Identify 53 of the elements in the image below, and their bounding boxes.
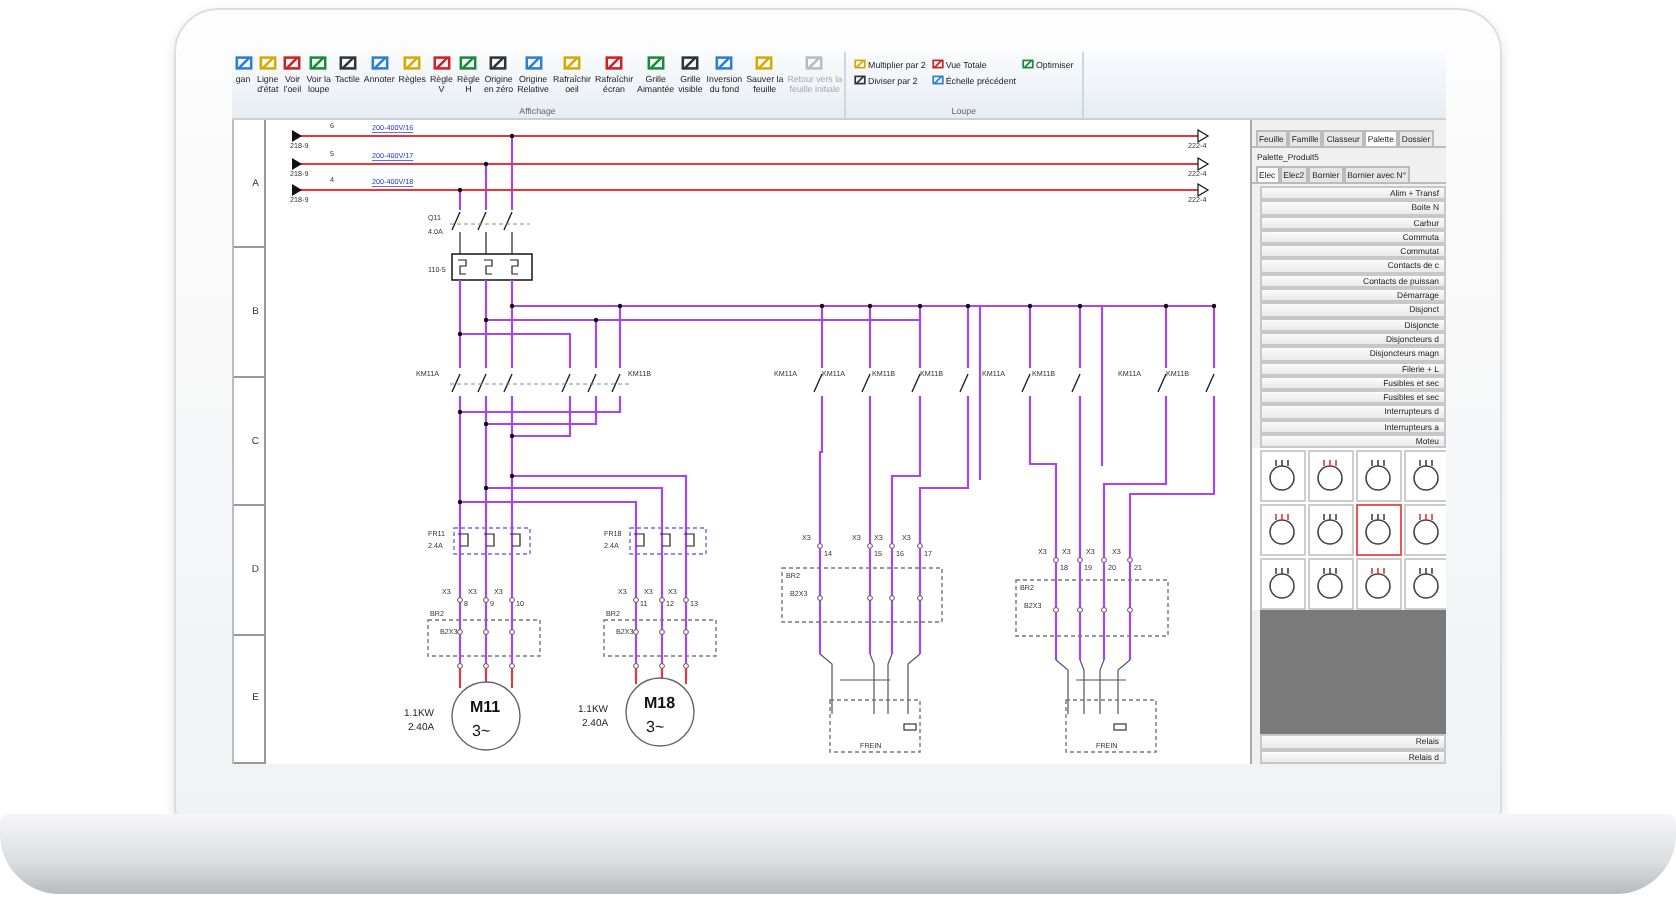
- tool-icon: [402, 54, 423, 72]
- tool-icon: [931, 58, 944, 70]
- motor-symbol-icon: [1408, 458, 1444, 495]
- symbol-tile[interactable]: [1259, 504, 1305, 557]
- tool-icon: [488, 54, 509, 72]
- symbol-tile[interactable]: [1355, 558, 1401, 611]
- symbol-tile[interactable]: [1259, 450, 1305, 503]
- tool-icon: [282, 54, 303, 72]
- symbol-tile[interactable]: [1403, 450, 1445, 503]
- tool-icon: [931, 74, 944, 86]
- motor-symbol-icon: [1360, 512, 1396, 549]
- motor-symbol: [450, 681, 520, 751]
- tool-icon: [854, 58, 867, 70]
- motor-symbol-icon: [1312, 566, 1348, 603]
- tool-icon: [854, 74, 867, 86]
- tool-icon: [754, 54, 775, 72]
- motor-name: M18: [643, 694, 675, 712]
- motor-symbol-icon: [1264, 458, 1300, 495]
- tool-icon: [233, 54, 253, 72]
- motor-symbol-icon: [1360, 566, 1396, 603]
- symbol-tile[interactable]: [1307, 450, 1353, 503]
- symbol-tile[interactable]: [1403, 504, 1445, 557]
- tool-icon: [431, 54, 452, 72]
- tool-icon: [308, 54, 329, 72]
- tool-icon: [714, 54, 735, 72]
- motor-name: M11: [469, 698, 500, 716]
- tool-icon: [804, 54, 825, 72]
- phase-symbol: 3~: [645, 718, 664, 736]
- motor-symbol: [624, 677, 694, 747]
- motor-symbol-icon: [1360, 458, 1396, 495]
- symbol-tile[interactable]: [1355, 450, 1401, 503]
- tool-icon: [645, 54, 666, 72]
- motor-symbol-icon: [1312, 458, 1348, 495]
- tool-icon: [561, 54, 582, 72]
- phase-symbol: 3~: [471, 722, 490, 740]
- tool-icon: [337, 54, 358, 72]
- tool-icon: [604, 54, 625, 72]
- motor-symbol-icon: [1408, 566, 1444, 603]
- symbol-tile[interactable]: [1259, 558, 1305, 611]
- symbol-tile[interactable]: [1355, 504, 1401, 557]
- tool-icon: [257, 54, 278, 72]
- symbol-tile[interactable]: [1307, 504, 1353, 557]
- symbol-tile[interactable]: [1307, 558, 1353, 611]
- motor-symbol-icon: [1408, 512, 1444, 549]
- tool-icon: [523, 54, 544, 72]
- motor-symbol-icon: [1264, 566, 1300, 603]
- symbol-tile[interactable]: [1403, 558, 1445, 611]
- tool-icon: [458, 54, 479, 72]
- tool-icon: [1021, 58, 1034, 70]
- motor-symbol-icon: [1312, 512, 1348, 549]
- tool-icon: [680, 54, 701, 72]
- tool-icon: [369, 54, 390, 72]
- motor-symbol-icon: [1264, 512, 1300, 549]
